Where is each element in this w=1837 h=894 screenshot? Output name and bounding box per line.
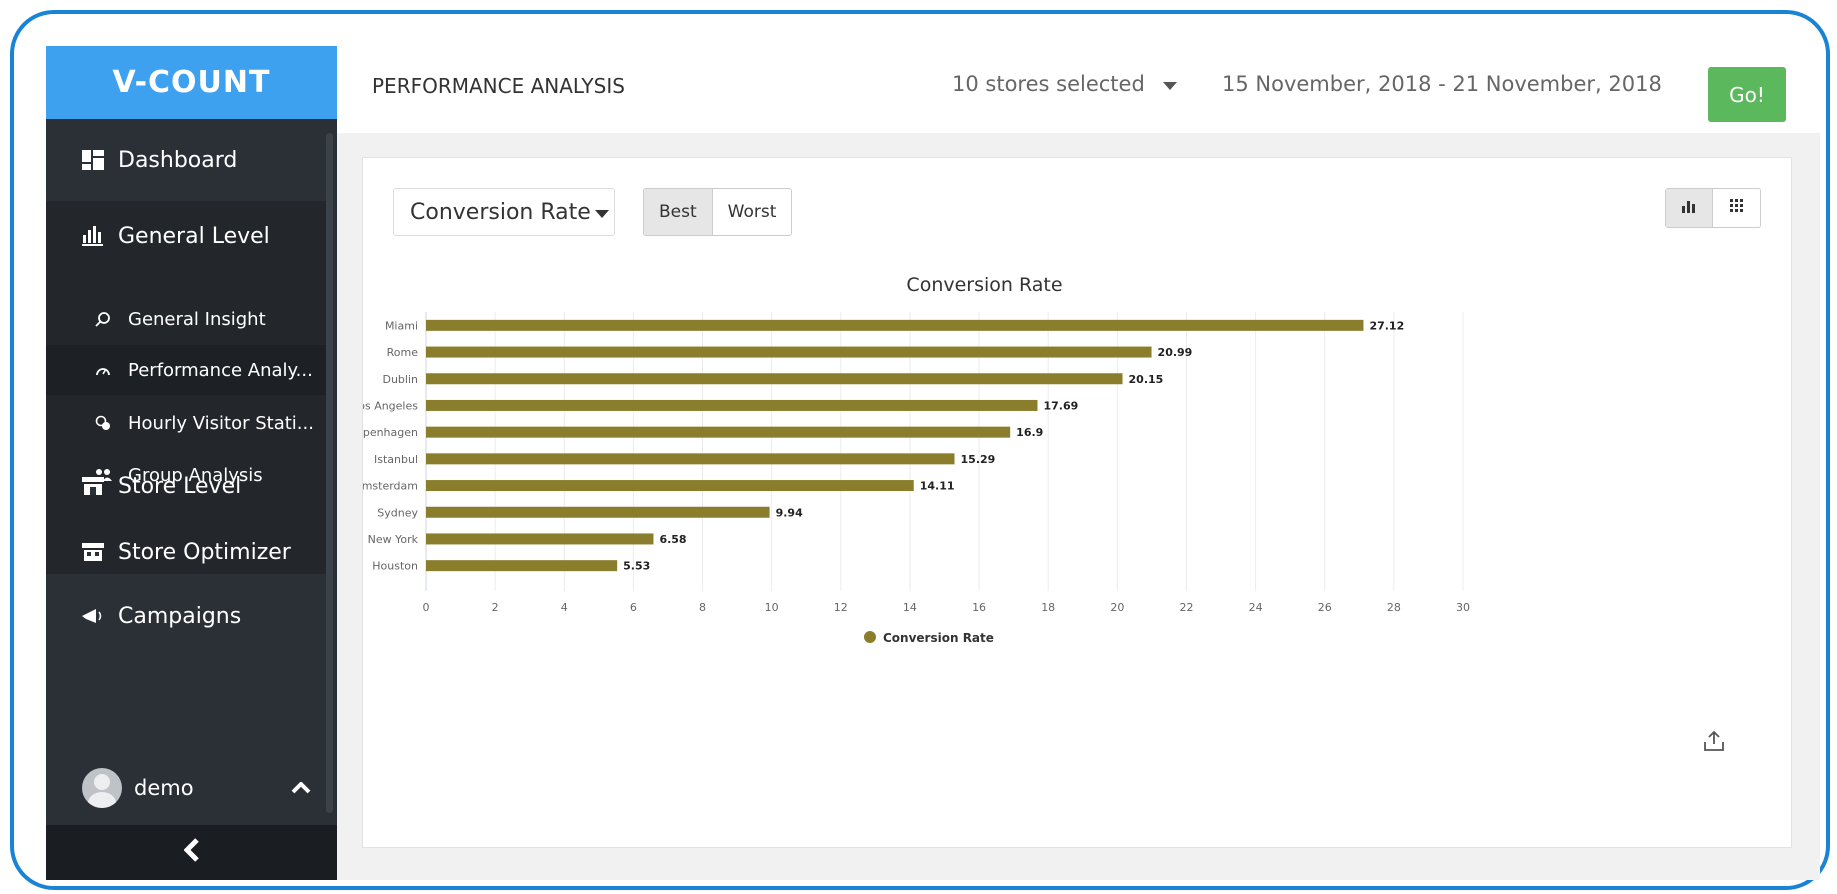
top-header: PERFORMANCE ANALYSIS 10 stores selected …: [337, 46, 1820, 133]
clock-icon: [90, 415, 116, 431]
sidebar-scrollbar[interactable]: [326, 133, 333, 813]
x-tick-label: 22: [1179, 601, 1193, 614]
x-tick-label: 10: [765, 601, 779, 614]
y-tick-label: Copenhagen: [363, 426, 418, 439]
gauge-icon: [90, 363, 116, 377]
bar: [426, 480, 914, 492]
sidebar-item-label: Store Optimizer: [118, 539, 291, 565]
x-tick-label: 30: [1456, 601, 1470, 614]
x-tick-label: 16: [972, 601, 986, 614]
sidebar-item-label: Performance Analy...: [128, 359, 313, 381]
search-icon: [90, 311, 116, 327]
bar: [426, 426, 1011, 438]
chart-panel: Conversion Rate Best Worst Conversion Ra…: [362, 157, 1792, 848]
bar: [426, 560, 618, 572]
sidebar-item-label: Campaigns: [118, 603, 242, 629]
bar: [426, 453, 955, 465]
x-tick-label: 24: [1249, 601, 1263, 614]
sidebar-item-label: Hourly Visitor Stati...: [128, 412, 314, 434]
data-label: 5.53: [623, 560, 650, 573]
dashboard-icon: [80, 150, 106, 170]
x-tick-label: 20: [1110, 601, 1124, 614]
y-tick-label: Amsterdam: [363, 480, 418, 493]
conversion-rate-chart: Conversion Rate0 2 4 6 8 10 12 14 16 18 20 22 24 26 28…: [363, 274, 1470, 645]
data-label: 20.15: [1129, 373, 1164, 386]
y-tick-label: Miami: [385, 319, 418, 332]
logo-text: V-COUNT: [112, 65, 271, 100]
logo[interactable]: V-COUNT: [46, 46, 337, 119]
sidebar-item-label: Dashboard: [118, 147, 238, 173]
x-tick-label: 4: [561, 601, 568, 614]
sidebar-item-store-level[interactable]: Store Level: [46, 456, 326, 516]
bar: [426, 533, 654, 545]
bar: [426, 346, 1152, 358]
x-tick-label: 14: [903, 601, 917, 614]
general-level-group: General Level General Insight Performanc…: [46, 201, 326, 574]
y-tick-label: Houston: [372, 560, 418, 573]
collapse-sidebar-button[interactable]: [46, 825, 337, 880]
megaphone-icon: [80, 607, 106, 625]
date-range[interactable]: 15 November, 2018 - 21 November, 2018: [1222, 72, 1662, 96]
caret-down-icon: [1162, 81, 1177, 90]
sidebar-item-dashboard[interactable]: Dashboard: [46, 119, 326, 201]
sidebar-item-label: General Level: [118, 223, 270, 249]
sidebar-item-performance-analysis[interactable]: Performance Analy...: [46, 345, 326, 395]
sidebar: V-COUNT Dashboard General Level General …: [46, 46, 337, 880]
data-label: 17.69: [1043, 399, 1078, 412]
y-tick-label: New York: [368, 533, 419, 546]
x-tick-label: 26: [1318, 601, 1332, 614]
data-label: 14.11: [920, 480, 955, 493]
y-tick-label: Rome: [387, 346, 419, 359]
bar: [426, 399, 1038, 411]
sidebar-item-store-optimizer[interactable]: Store Optimizer: [46, 522, 326, 582]
chart-title: Conversion Rate: [906, 274, 1062, 296]
sidebar-item-label: Store Level: [118, 473, 242, 499]
data-label: 6.58: [659, 533, 686, 546]
data-label: 27.12: [1369, 319, 1404, 332]
bar: [426, 373, 1123, 385]
store-icon: [80, 477, 106, 495]
y-tick-label: Los Angeles: [363, 399, 418, 412]
page-title: PERFORMANCE ANALYSIS: [372, 74, 625, 98]
sidebar-item-general-insight[interactable]: General Insight: [46, 293, 326, 345]
data-label: 16.9: [1016, 426, 1043, 439]
x-tick-label: 18: [1041, 601, 1055, 614]
avatar: [82, 768, 122, 808]
sidebar-item-general-level[interactable]: General Level: [46, 201, 326, 271]
x-tick-label: 2: [492, 601, 499, 614]
x-tick-label: 8: [699, 601, 706, 614]
x-tick-label: 0: [423, 601, 430, 614]
y-tick-label: Sydney: [377, 506, 418, 519]
y-tick-label: Istanbul: [374, 453, 418, 466]
store-selector[interactable]: 10 stores selected: [952, 72, 1177, 96]
sidebar-item-label: General Insight: [128, 308, 266, 330]
legend-marker: [864, 631, 876, 643]
user-name: demo: [134, 776, 194, 800]
store-optimizer-icon: [80, 543, 106, 561]
go-button[interactable]: Go!: [1708, 67, 1786, 122]
sidebar-item-hourly-visitor[interactable]: Hourly Visitor Stati...: [46, 397, 326, 449]
bar-chart-icon: [80, 226, 106, 246]
bar: [426, 319, 1364, 331]
user-menu[interactable]: demo: [46, 751, 337, 825]
export-icon[interactable]: [1703, 730, 1725, 758]
x-tick-label: 28: [1387, 601, 1401, 614]
sidebar-item-campaigns[interactable]: Campaigns: [46, 586, 326, 646]
legend-label: Conversion Rate: [883, 631, 994, 645]
chevron-up-icon[interactable]: [291, 777, 311, 800]
data-label: 9.94: [776, 506, 803, 519]
chevron-left-icon: [182, 836, 200, 870]
y-tick-label: Dublin: [382, 373, 418, 386]
data-label: 15.29: [961, 453, 996, 466]
bar: [426, 506, 770, 518]
x-tick-label: 6: [630, 601, 637, 614]
x-tick-label: 12: [834, 601, 848, 614]
store-selector-label: 10 stores selected: [952, 72, 1145, 96]
data-label: 20.99: [1158, 346, 1193, 359]
